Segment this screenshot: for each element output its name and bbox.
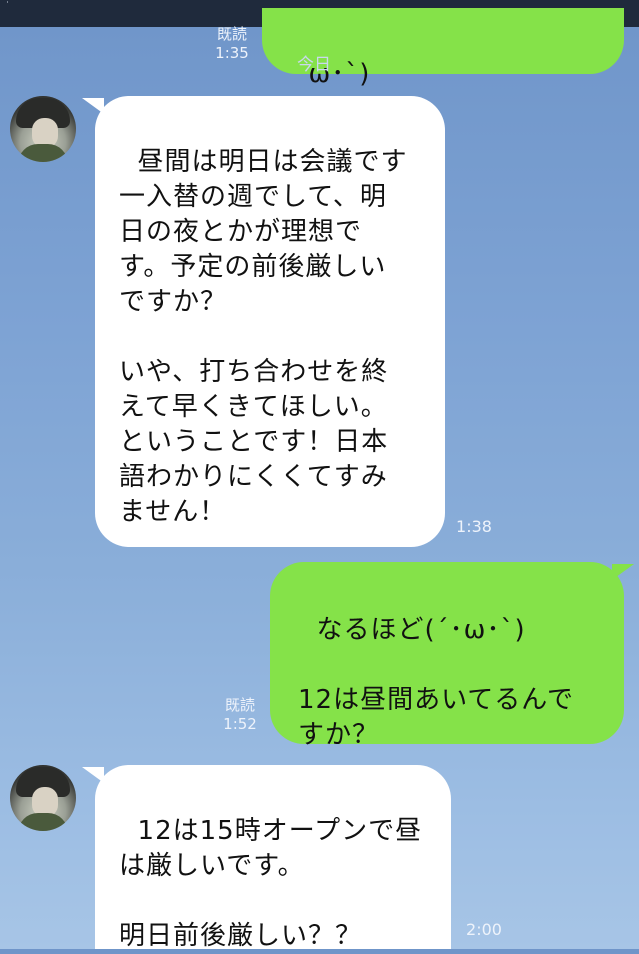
read-status: 既読 1:52 [214,696,266,734]
message-text: 12は15時オープンで昼 は厳しいです。 明日前後厳しい？？ [119,816,423,951]
message-time: 1:52 [223,715,257,733]
message-time: 1:35 [215,44,249,62]
incoming-message-bubble[interactable]: 昼間は明日は会議です 一入替の週でして、明 日の夜とかが理想で す。予定の前後厳… [95,96,445,547]
message-time: 2:00 [466,920,502,939]
date-separator: 今日 [297,55,331,75]
outgoing-message-bubble[interactable]: なるほど(´･ω･`) 12は昼間あいてるんで すか？ [270,562,624,750]
message-time: 1:38 [456,517,492,536]
read-label: 既読 [216,25,247,43]
read-label: 既読 [224,696,255,714]
avatar[interactable] [10,765,76,831]
message-text: なるほど(´･ω･`) 12は昼間あいてるんで すか？ [298,615,575,750]
avatar[interactable] [10,96,76,162]
message-text: 昼間は明日は会議です 一入替の週でして、明 日の夜とかが理想で す。予定の前後厳… [119,147,408,527]
read-status: 既読 1:35 [206,25,258,63]
incoming-message-bubble[interactable]: 12は15時オープンで昼 は厳しいです。 明日前後厳しい？？ [95,765,451,951]
